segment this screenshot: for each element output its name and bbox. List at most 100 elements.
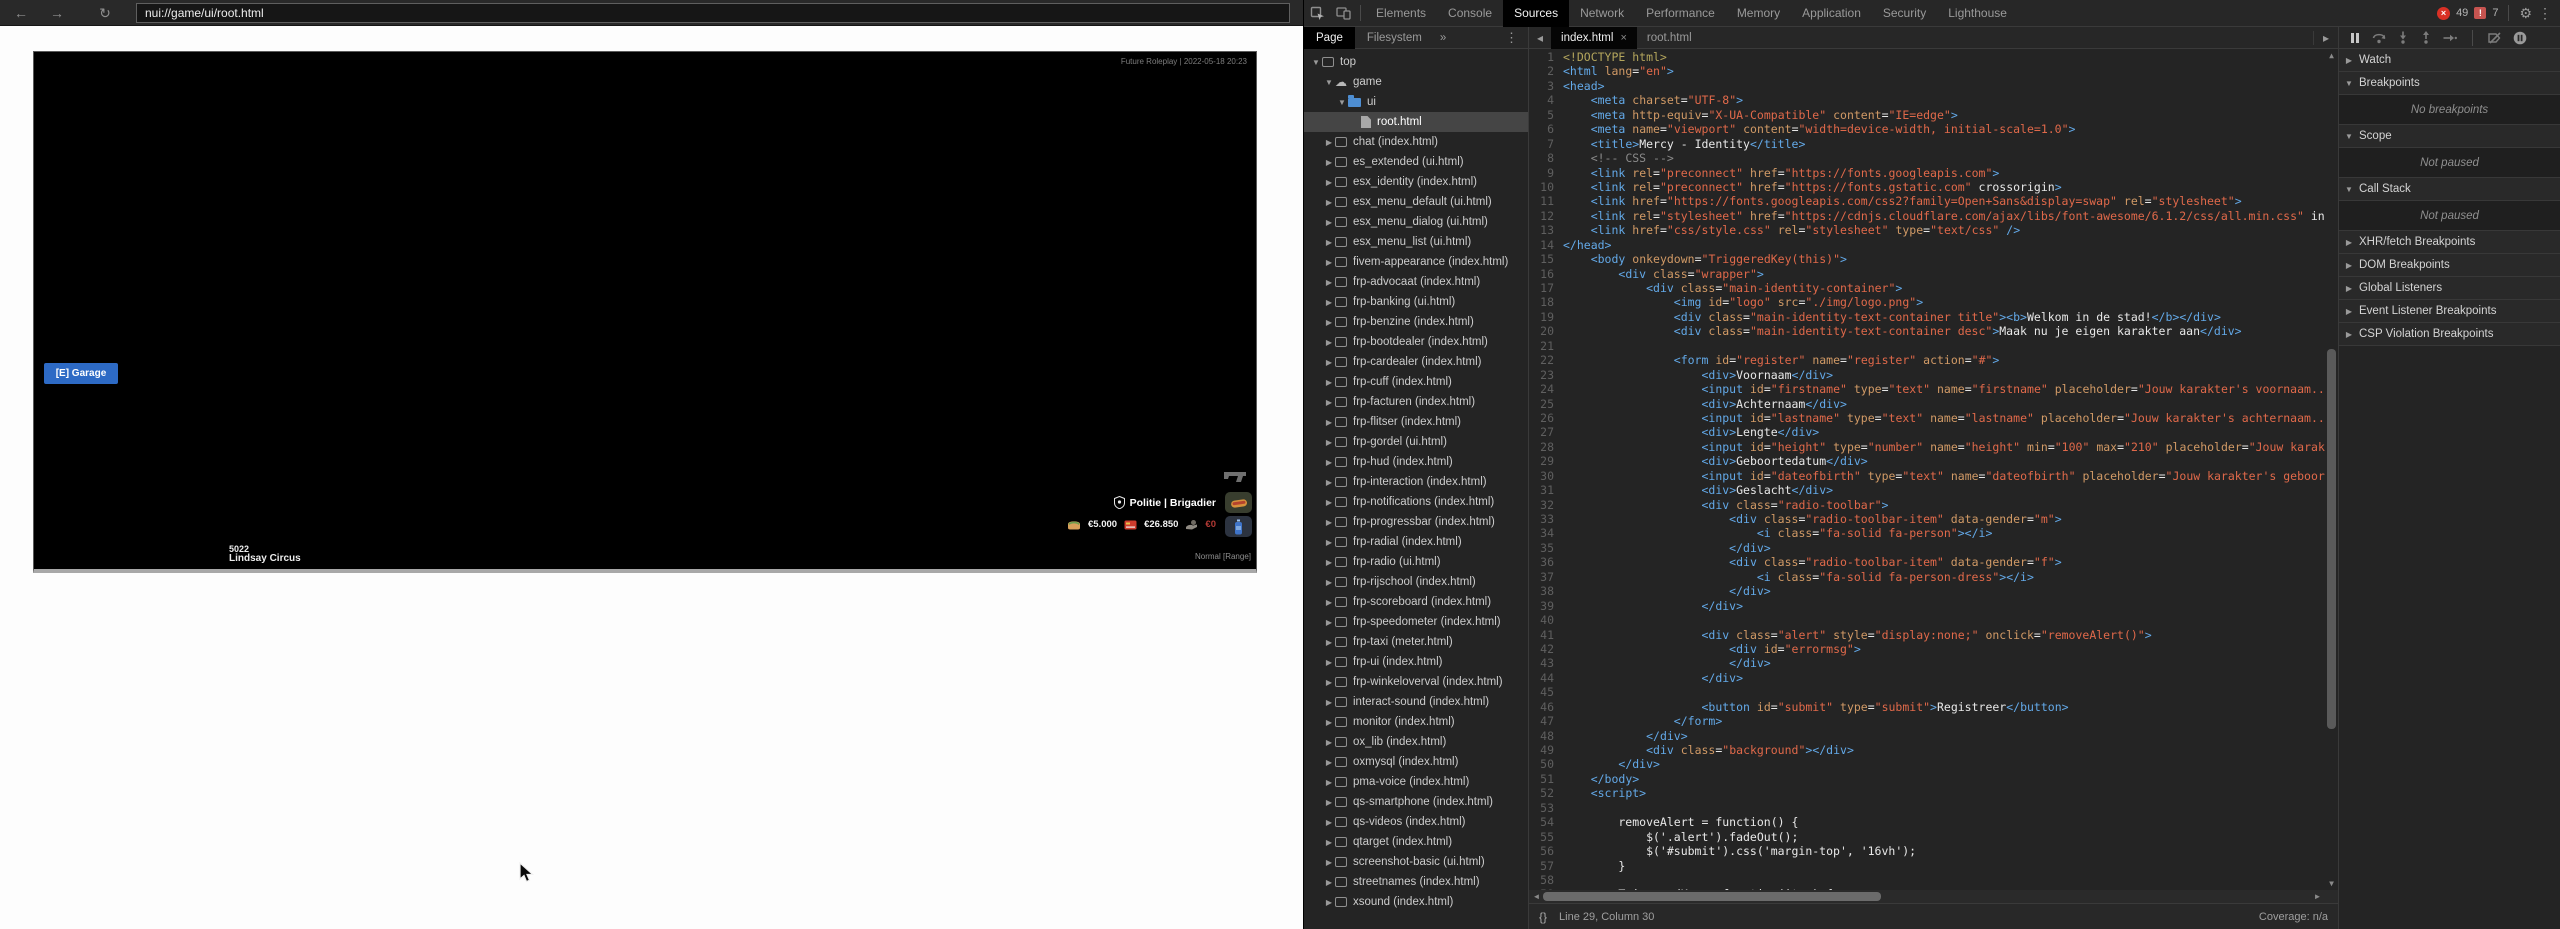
line-number[interactable]: 41 bbox=[1529, 628, 1563, 642]
line-number[interactable]: 11 bbox=[1529, 194, 1563, 208]
chevron-right-icon[interactable]: ▶ bbox=[1323, 578, 1335, 587]
line-number[interactable]: 13 bbox=[1529, 223, 1563, 237]
tree-row[interactable]: ▶frp-gordel (ui.html) bbox=[1304, 432, 1528, 452]
code-line[interactable]: 3<head> bbox=[1529, 79, 2325, 93]
code-line[interactable]: 29 <div>Geboortedatum</div> bbox=[1529, 454, 2325, 468]
tree-row[interactable]: ▶frp-taxi (meter.html) bbox=[1304, 632, 1528, 652]
tree-row[interactable]: ▶monitor (index.html) bbox=[1304, 712, 1528, 732]
reveal-sidebar-icon[interactable]: ▸ bbox=[2313, 31, 2338, 45]
reload-button[interactable]: ↻ bbox=[96, 4, 114, 22]
line-number[interactable]: 16 bbox=[1529, 267, 1563, 281]
chevron-right-icon[interactable]: ▶ bbox=[1323, 178, 1335, 187]
tree-row[interactable]: ▶frp-advocaat (index.html) bbox=[1304, 272, 1528, 292]
line-number[interactable]: 58 bbox=[1529, 873, 1563, 887]
vertical-scrollbar[interactable]: ▲ ▼ bbox=[2325, 49, 2338, 890]
code-line[interactable]: 58 bbox=[1529, 873, 2325, 887]
chevron-right-icon[interactable]: ▶ bbox=[1323, 818, 1335, 827]
scroll-right-icon[interactable]: ► bbox=[2311, 892, 2324, 901]
tree-row[interactable]: ▶interact-sound (index.html) bbox=[1304, 692, 1528, 712]
chevron-right-icon[interactable]: ▶ bbox=[1323, 358, 1335, 367]
editor-tab-root.html[interactable]: root.html bbox=[1637, 27, 1702, 49]
line-number[interactable]: 23 bbox=[1529, 368, 1563, 382]
chevron-right-icon[interactable]: ▶ bbox=[1323, 738, 1335, 747]
code-line[interactable]: 42 <div id="errormsg"> bbox=[1529, 642, 2325, 656]
line-number[interactable]: 52 bbox=[1529, 786, 1563, 800]
line-number[interactable]: 46 bbox=[1529, 700, 1563, 714]
tree-row[interactable]: ▶frp-speedometer (index.html) bbox=[1304, 612, 1528, 632]
line-number[interactable]: 44 bbox=[1529, 671, 1563, 685]
section-header-dom-breakpoints[interactable]: ▶DOM Breakpoints bbox=[2339, 254, 2560, 277]
line-number[interactable]: 32 bbox=[1529, 498, 1563, 512]
code-line[interactable]: 18 <img id="logo" src="./img/logo.png"> bbox=[1529, 295, 2325, 309]
code-line[interactable]: 13 <link href="css/style.css" rel="style… bbox=[1529, 223, 2325, 237]
line-number[interactable]: 2 bbox=[1529, 64, 1563, 78]
tree-row[interactable]: ▶pma-voice (index.html) bbox=[1304, 772, 1528, 792]
code-line[interactable]: 52 <script> bbox=[1529, 786, 2325, 800]
chevron-right-icon[interactable]: ▶ bbox=[1323, 238, 1335, 247]
chevron-right-icon[interactable]: ▶ bbox=[1323, 218, 1335, 227]
line-number[interactable]: 34 bbox=[1529, 526, 1563, 540]
tab-sources[interactable]: Sources bbox=[1503, 0, 1569, 27]
code-line[interactable]: 50 </div> bbox=[1529, 757, 2325, 771]
code-line[interactable]: 9 <link rel="preconnect" href="https://f… bbox=[1529, 166, 2325, 180]
code-viewport[interactable]: 1<!DOCTYPE html>2<html lang="en">3<head>… bbox=[1529, 49, 2338, 890]
line-number[interactable]: 17 bbox=[1529, 281, 1563, 295]
editor-tab-index.html[interactable]: index.html× bbox=[1551, 27, 1637, 49]
chevron-right-icon[interactable]: ▶ bbox=[1323, 518, 1335, 527]
tree-row[interactable]: ▼ui bbox=[1304, 92, 1528, 112]
code-line[interactable]: 14</head> bbox=[1529, 238, 2325, 252]
section-header-event-listener-breakpoints[interactable]: ▶Event Listener Breakpoints bbox=[2339, 300, 2560, 323]
chevron-right-icon[interactable]: ▶ bbox=[1323, 898, 1335, 907]
line-number[interactable]: 24 bbox=[1529, 382, 1563, 396]
line-number[interactable]: 49 bbox=[1529, 743, 1563, 757]
code-line[interactable]: 17 <div class="main-identity-container"> bbox=[1529, 281, 2325, 295]
line-number[interactable]: 30 bbox=[1529, 469, 1563, 483]
tree-row[interactable]: ▶frp-radial (index.html) bbox=[1304, 532, 1528, 552]
tab-performance[interactable]: Performance bbox=[1635, 0, 1726, 27]
more-navigator-tabs-icon[interactable]: » bbox=[1434, 32, 1452, 44]
scroll-up-icon[interactable]: ▲ bbox=[2325, 51, 2338, 60]
code-line[interactable]: 47 </form> bbox=[1529, 714, 2325, 728]
chevron-right-icon[interactable]: ▶ bbox=[1323, 138, 1335, 147]
step-out-icon[interactable] bbox=[2420, 31, 2432, 44]
line-number[interactable]: 55 bbox=[1529, 830, 1563, 844]
code-line[interactable]: 33 <div class="radio-toolbar-item" data-… bbox=[1529, 512, 2325, 526]
line-number[interactable]: 8 bbox=[1529, 151, 1563, 165]
line-number[interactable]: 20 bbox=[1529, 324, 1563, 338]
code-line[interactable]: 21 bbox=[1529, 339, 2325, 353]
devtools-menu-dots-icon[interactable]: ⋮ bbox=[2538, 5, 2552, 22]
line-number[interactable]: 9 bbox=[1529, 166, 1563, 180]
tree-row[interactable]: ▶frp-ui (index.html) bbox=[1304, 652, 1528, 672]
code-line[interactable]: 43 </div> bbox=[1529, 656, 2325, 670]
forward-button[interactable]: → bbox=[48, 4, 66, 22]
chevron-right-icon[interactable]: ▶ bbox=[1323, 678, 1335, 687]
code-line[interactable]: 37 <i class="fa-solid fa-person-dress"><… bbox=[1529, 570, 2325, 584]
line-number[interactable]: 56 bbox=[1529, 844, 1563, 858]
code-line[interactable]: 24 <input id="firstname" type="text" nam… bbox=[1529, 382, 2325, 396]
chevron-right-icon[interactable]: ▶ bbox=[1323, 258, 1335, 267]
line-number[interactable]: 31 bbox=[1529, 483, 1563, 497]
line-number[interactable]: 38 bbox=[1529, 584, 1563, 598]
line-number[interactable]: 12 bbox=[1529, 209, 1563, 223]
tree-row[interactable]: ▶chat (index.html) bbox=[1304, 132, 1528, 152]
line-number[interactable]: 3 bbox=[1529, 79, 1563, 93]
line-number[interactable]: 35 bbox=[1529, 541, 1563, 555]
tree-row[interactable]: ▶frp-notifications (index.html) bbox=[1304, 492, 1528, 512]
line-number[interactable]: 57 bbox=[1529, 859, 1563, 873]
section-header-breakpoints[interactable]: ▼Breakpoints bbox=[2339, 72, 2560, 95]
chevron-right-icon[interactable]: ▶ bbox=[1323, 378, 1335, 387]
chevron-right-icon[interactable]: ▶ bbox=[1323, 278, 1335, 287]
back-button[interactable]: ← bbox=[12, 4, 30, 22]
code-line[interactable]: 5 <meta http-equiv="X-UA-Compatible" con… bbox=[1529, 108, 2325, 122]
line-number[interactable]: 29 bbox=[1529, 454, 1563, 468]
chevron-right-icon[interactable]: ▶ bbox=[1323, 598, 1335, 607]
chevron-right-icon[interactable]: ▶ bbox=[1323, 638, 1335, 647]
tree-row[interactable]: ▶frp-cardealer (index.html) bbox=[1304, 352, 1528, 372]
tree-row[interactable]: ▶esx_menu_list (ui.html) bbox=[1304, 232, 1528, 252]
navigator-tab-filesystem[interactable]: Filesystem bbox=[1355, 27, 1434, 49]
line-number[interactable]: 15 bbox=[1529, 252, 1563, 266]
line-number[interactable]: 28 bbox=[1529, 440, 1563, 454]
chevron-right-icon[interactable]: ▶ bbox=[1323, 798, 1335, 807]
horizontal-scrollbar[interactable]: ◄ ► bbox=[1529, 890, 2338, 903]
code-line[interactable]: 26 <input id="lastname" type="text" name… bbox=[1529, 411, 2325, 425]
